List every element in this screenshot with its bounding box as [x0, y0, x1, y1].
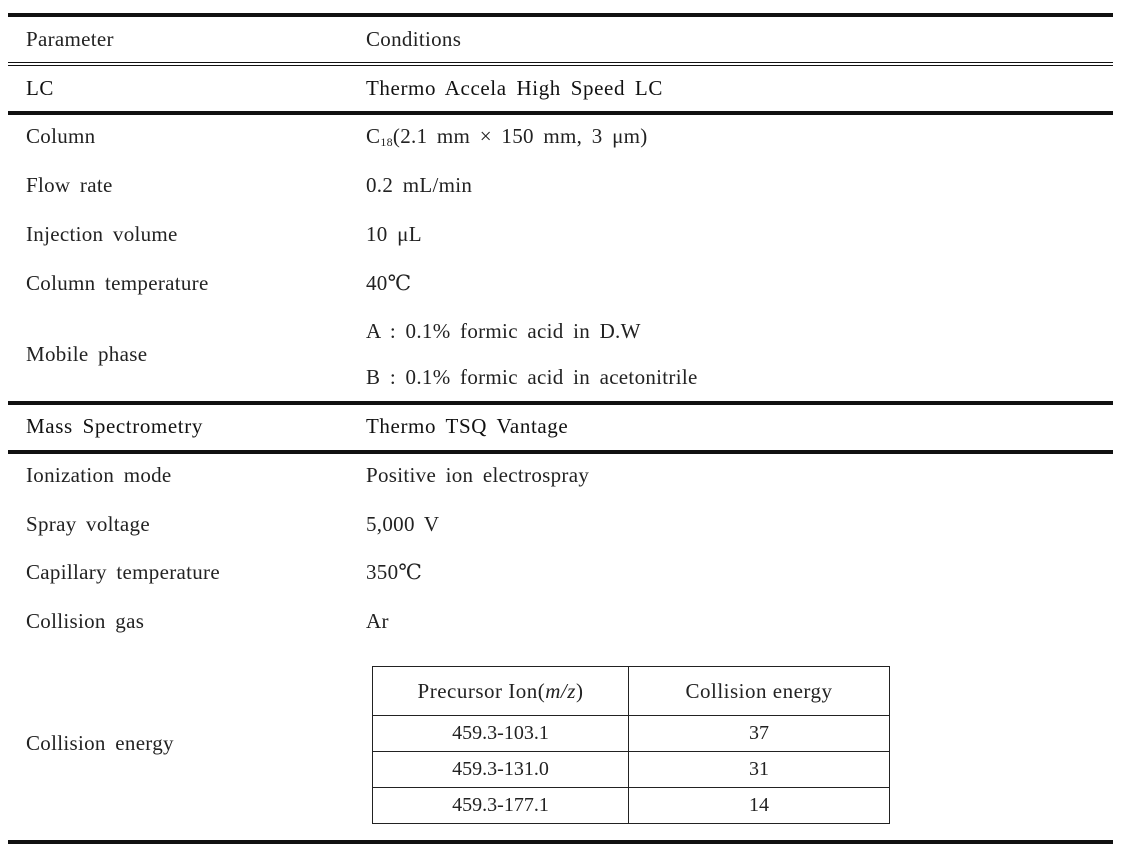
column-dimensions: (2.1 mm × 150 mm, 3 μm)	[392, 124, 648, 148]
precursor-label-close: )	[575, 678, 584, 703]
header-double-rule	[8, 65, 1113, 66]
param-collision-energy: Collision energy	[26, 731, 174, 755]
value-collision-gas: Ar	[366, 609, 389, 633]
collision-energy-header-row: Precursor Ion(m/z) Collision energy	[372, 666, 890, 716]
param-capillary-temperature: Capillary temperature	[26, 560, 220, 584]
header-collision-energy: Collision energy	[628, 666, 890, 716]
value-spray-voltage: 5,000 V	[366, 512, 440, 536]
ion-transition: 459.3-177.1	[372, 787, 629, 824]
param-column: Column	[26, 124, 96, 148]
value-column: C18(2.1 mm × 150 mm, 3 μm)	[366, 124, 648, 149]
param-collision-gas: Collision gas	[26, 609, 145, 633]
param-mobile-phase: Mobile phase	[26, 342, 148, 366]
lc-rule	[8, 111, 1113, 115]
value-mobile-phase-b: B : 0.1% formic acid in acetonitrile	[366, 365, 698, 389]
precursor-label: Precursor Ion(	[417, 678, 546, 703]
header-double-rule	[8, 62, 1113, 63]
ms-rule	[8, 450, 1113, 454]
value-column-temperature: 40℃	[366, 271, 412, 295]
table-row: 459.3-131.0 31	[372, 751, 890, 788]
bottom-rule	[8, 840, 1113, 844]
value-capillary-temperature: 350℃	[366, 560, 423, 584]
param-spray-voltage: Spray voltage	[26, 512, 150, 536]
param-ionization-mode: Ionization mode	[26, 463, 172, 487]
value-injection-volume: 10 μL	[366, 222, 422, 246]
param-injection-volume: Injection volume	[26, 222, 178, 246]
lc-instrument: Thermo Accela High Speed LC	[366, 76, 663, 100]
mz-label: m/z	[545, 678, 576, 703]
table-row: 459.3-177.1 14	[372, 787, 890, 824]
header-precursor-ion: Precursor Ion(m/z)	[372, 666, 629, 716]
param-column-temperature: Column temperature	[26, 271, 209, 295]
value-ionization-mode: Positive ion electrospray	[366, 463, 590, 487]
collision-energy-table: Precursor Ion(m/z) Collision energy 459.…	[372, 666, 890, 824]
lc-section-label: LC	[26, 76, 55, 100]
ion-transition: 459.3-131.0	[372, 751, 629, 788]
energy-value: 14	[628, 787, 890, 824]
table-row: 459.3-103.1 37	[372, 715, 890, 752]
header-parameter: Parameter	[26, 27, 114, 51]
energy-value: 31	[628, 751, 890, 788]
param-flow-rate: Flow rate	[26, 173, 113, 197]
value-mobile-phase-a: A : 0.1% formic acid in D.W	[366, 319, 641, 343]
ms-section-label: Mass Spectrometry	[26, 414, 203, 438]
top-rule	[8, 13, 1113, 17]
ion-transition: 459.3-103.1	[372, 715, 629, 752]
column-phase: C	[366, 124, 381, 148]
energy-value: 37	[628, 715, 890, 752]
ms-top-rule	[8, 401, 1113, 405]
column-phase-subscript: 18	[380, 135, 393, 149]
header-conditions: Conditions	[366, 27, 462, 51]
ms-instrument: Thermo TSQ Vantage	[366, 414, 569, 438]
value-flow-rate: 0.2 mL/min	[366, 173, 473, 197]
